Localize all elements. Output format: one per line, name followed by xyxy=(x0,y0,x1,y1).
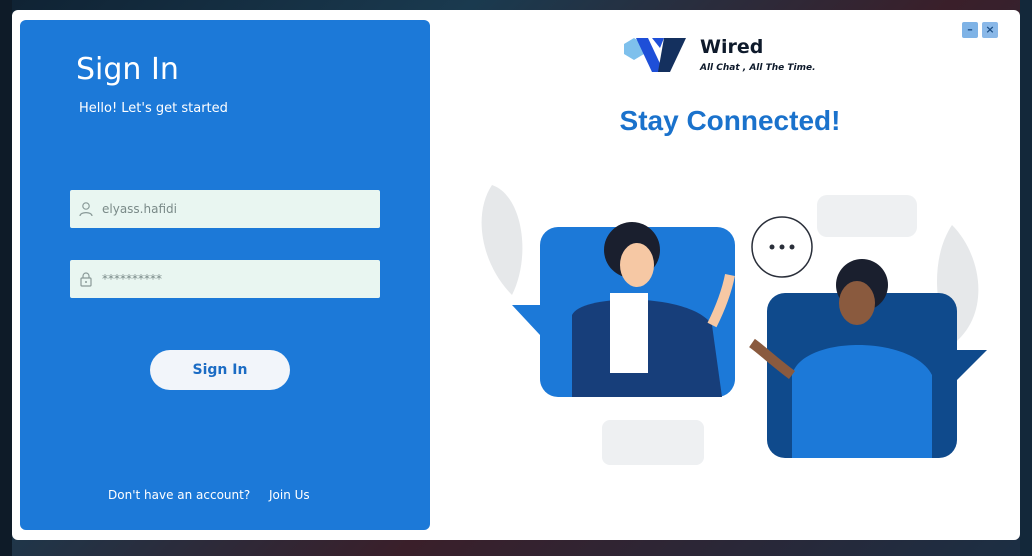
signin-title: Sign In xyxy=(76,52,179,87)
signin-panel: Sign In Hello! Let's get started Sig xyxy=(20,20,430,530)
lock-icon xyxy=(70,260,102,298)
login-window: Sign In Hello! Let's get started Sig xyxy=(12,10,1020,540)
brand-name: Wired xyxy=(700,36,764,58)
desktop-background-left xyxy=(0,0,12,556)
no-account-text: Don't have an account? xyxy=(108,488,251,502)
chat-illustration xyxy=(481,185,987,465)
close-icon: × xyxy=(985,23,995,36)
username-field[interactable] xyxy=(70,190,380,228)
password-input[interactable] xyxy=(102,272,362,286)
wired-logo-icon xyxy=(624,38,686,72)
desktop-background-right xyxy=(1020,0,1032,556)
headline: Stay Connected! xyxy=(619,105,841,136)
minimize-icon: – xyxy=(967,23,973,36)
username-input[interactable] xyxy=(102,202,362,216)
close-button[interactable]: × xyxy=(982,22,998,38)
signin-button[interactable]: Sign In xyxy=(150,350,290,390)
user-icon xyxy=(70,190,102,228)
brand-tagline: All Chat , All The Time. xyxy=(700,63,816,73)
minimize-button[interactable]: – xyxy=(962,22,978,38)
password-field[interactable] xyxy=(70,260,380,298)
join-us-link[interactable]: Join Us xyxy=(269,488,310,502)
signin-subtitle: Hello! Let's get started xyxy=(79,101,228,116)
